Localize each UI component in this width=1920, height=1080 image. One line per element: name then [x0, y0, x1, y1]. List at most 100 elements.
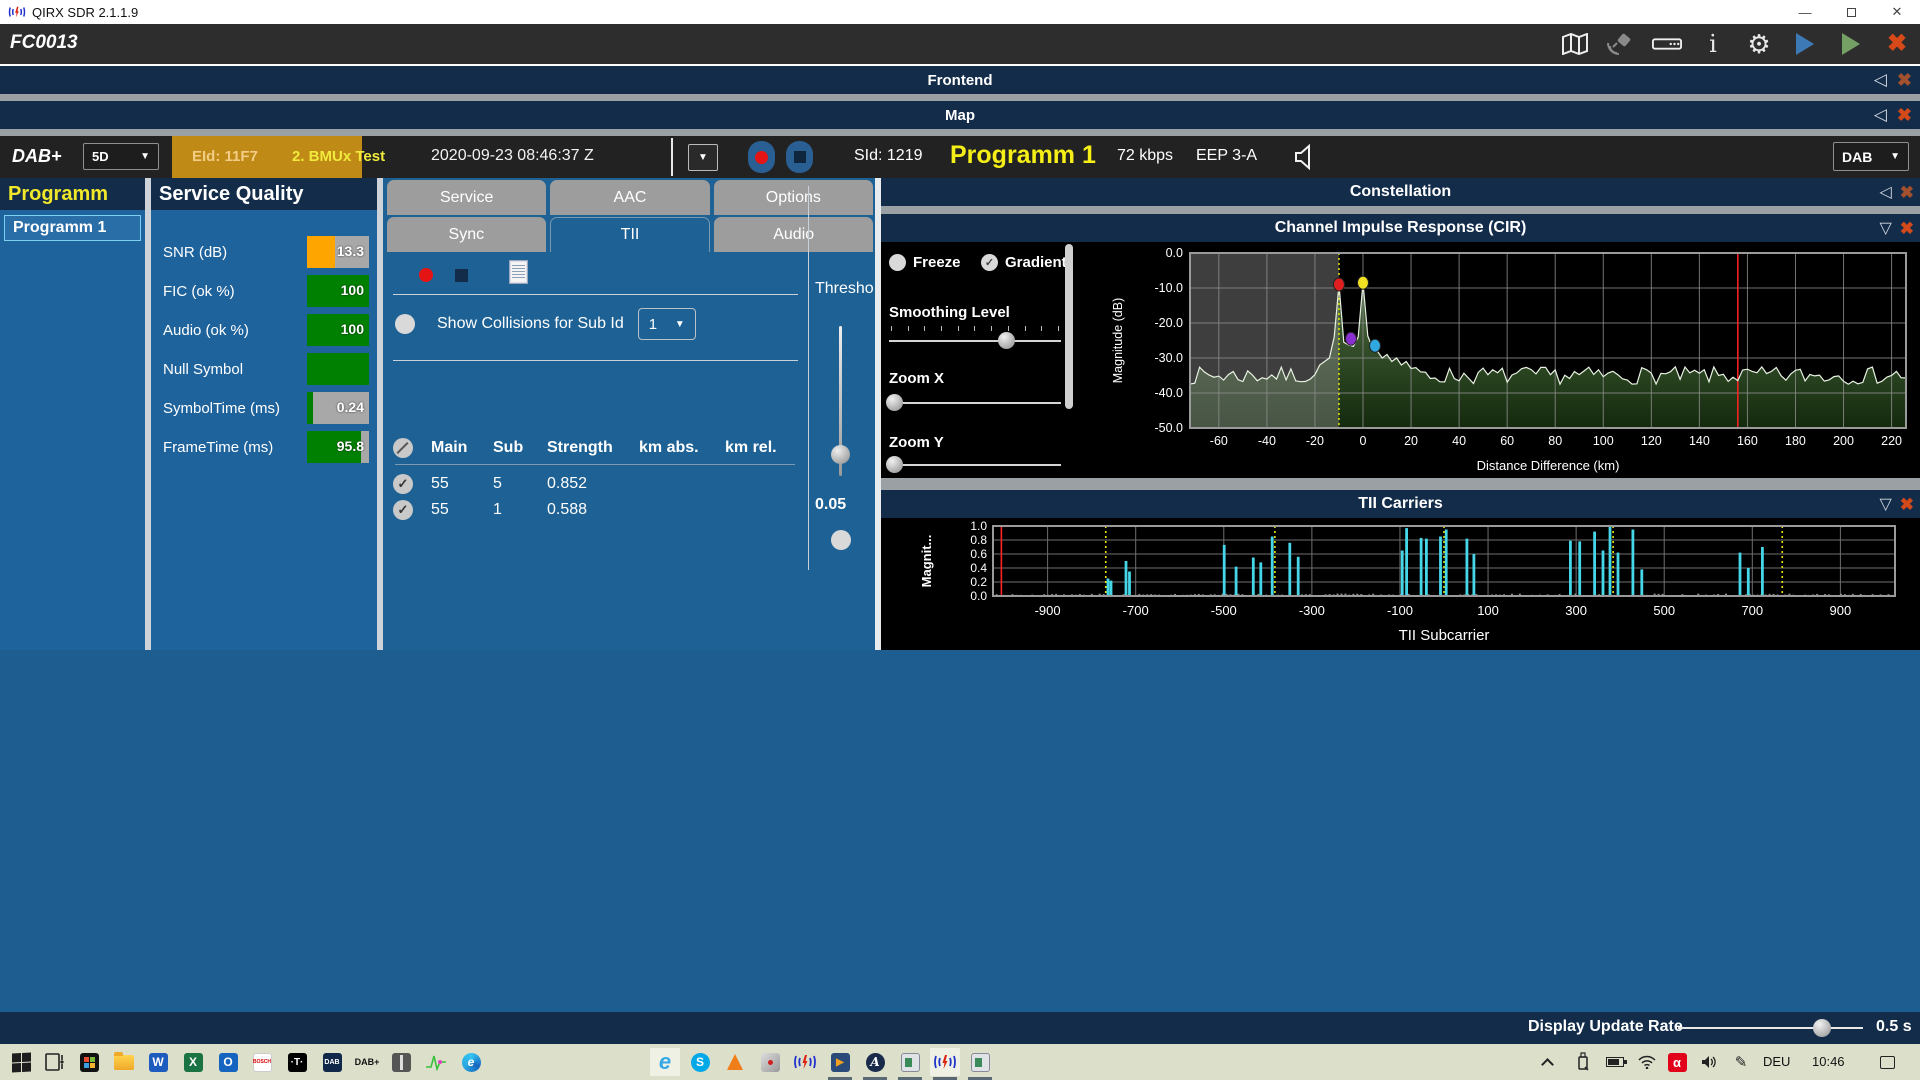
wifi-icon[interactable]: [1632, 1048, 1662, 1076]
info-icon[interactable]: i: [1698, 29, 1728, 59]
app-window-icon[interactable]: [965, 1048, 995, 1076]
scanner-icon[interactable]: [755, 1048, 785, 1076]
tii-carriers-panel-bar[interactable]: TII Carriers ▽✖: [881, 490, 1920, 518]
main-content: Programm Programm 1 Service Quality SNR …: [0, 178, 1920, 650]
table-row[interactable]: ✓ 55 1 0.588: [393, 500, 803, 520]
row-checked-icon[interactable]: ✓: [393, 474, 413, 494]
tray-chevron-icon[interactable]: [1532, 1048, 1562, 1076]
tab-options[interactable]: Options: [714, 180, 873, 215]
zoomx-slider[interactable]: [889, 402, 1061, 404]
audio-device-dropdown[interactable]: ▼: [688, 144, 718, 171]
tab-tii[interactable]: TII: [550, 217, 711, 252]
table-row[interactable]: ✓ 55 5 0.852: [393, 474, 803, 494]
action-center-icon[interactable]: [1872, 1048, 1902, 1076]
media-player-icon[interactable]: ▶: [825, 1048, 855, 1076]
close-button[interactable]: ✕: [1874, 0, 1920, 24]
audio-app-icon[interactable]: A: [860, 1048, 890, 1076]
task-view-icon[interactable]: [40, 1048, 70, 1076]
expand-left-icon[interactable]: ◁: [1879, 182, 1891, 202]
minimize-button[interactable]: —: [1782, 0, 1828, 24]
map-panel-bar[interactable]: Map ◁✖: [0, 101, 1920, 129]
usb-icon[interactable]: [1568, 1048, 1598, 1076]
receiver-icon[interactable]: [1652, 29, 1682, 59]
waveform-tool-icon[interactable]: [421, 1048, 451, 1076]
update-rate-slider-thumb[interactable]: [1813, 1019, 1831, 1037]
expand-left-icon[interactable]: ◁: [1874, 70, 1887, 90]
collapse-down-icon[interactable]: ▽: [1879, 218, 1891, 238]
close-panel-icon[interactable]: ✖: [1900, 496, 1914, 513]
close-panel-icon[interactable]: ✖: [1900, 184, 1914, 201]
tab-aac[interactable]: AAC: [550, 180, 709, 215]
zoomx-slider-thumb[interactable]: [886, 394, 903, 411]
tii-log-icon[interactable]: [509, 260, 528, 284]
dab-radio-icon[interactable]: DAB: [317, 1048, 347, 1076]
pen-icon[interactable]: ✎: [1726, 1048, 1756, 1076]
tab-sync[interactable]: Sync: [387, 217, 546, 252]
close-panel-icon[interactable]: ✖: [1900, 220, 1914, 237]
smoothing-slider-thumb[interactable]: [998, 332, 1015, 349]
avira-icon[interactable]: α: [1662, 1048, 1692, 1076]
qirx-active-icon[interactable]: [930, 1048, 960, 1076]
skype-icon[interactable]: S: [685, 1048, 715, 1076]
update-rate-slider[interactable]: [1678, 1027, 1863, 1029]
excel-icon[interactable]: X: [178, 1048, 208, 1076]
frontend-panel-bar[interactable]: Frontend ◁✖: [0, 66, 1920, 94]
qirx-icon[interactable]: [790, 1048, 820, 1076]
settings-icon[interactable]: ⚙: [1744, 29, 1774, 59]
signal-tool-icon[interactable]: [386, 1048, 416, 1076]
threshold-radio[interactable]: [831, 530, 851, 550]
play-primary-icon[interactable]: [1790, 29, 1820, 59]
close-device-icon[interactable]: ✖: [1882, 29, 1912, 59]
store-icon[interactable]: [74, 1048, 104, 1076]
edge-icon[interactable]: e: [456, 1048, 486, 1076]
gradient-control[interactable]: ✓ Gradient: [981, 254, 1067, 271]
tii-stop-button[interactable]: [455, 269, 468, 282]
close-panel-icon[interactable]: ✖: [1897, 71, 1912, 89]
standard-select[interactable]: DAB▼: [1833, 142, 1909, 171]
tab-service[interactable]: Service: [387, 180, 546, 215]
start-button[interactable]: [6, 1048, 36, 1076]
tab-audio[interactable]: Audio: [714, 217, 873, 252]
gradient-check-icon[interactable]: ✓: [981, 254, 998, 271]
record-button[interactable]: [748, 141, 775, 173]
threshold-slider[interactable]: [839, 326, 842, 476]
threshold-slider-thumb[interactable]: [831, 445, 850, 464]
language-indicator[interactable]: DEU: [1763, 1054, 1790, 1069]
close-panel-icon[interactable]: ✖: [1897, 106, 1912, 124]
program-list-item[interactable]: Programm 1: [4, 215, 141, 241]
t-systems-icon[interactable]: ·T·: [282, 1048, 312, 1076]
channel-select[interactable]: 5D▼: [83, 143, 159, 170]
collapse-down-icon[interactable]: ▽: [1879, 494, 1891, 514]
vlc-icon[interactable]: [720, 1048, 750, 1076]
speaker-icon[interactable]: [1292, 143, 1318, 171]
freeze-control[interactable]: Freeze: [889, 254, 961, 271]
satellite-icon[interactable]: [1606, 29, 1636, 59]
word-icon[interactable]: W: [143, 1048, 173, 1076]
row-checked-icon[interactable]: ✓: [393, 500, 413, 520]
internet-explorer-icon[interactable]: e: [650, 1048, 680, 1076]
volume-icon[interactable]: [1694, 1048, 1724, 1076]
show-collisions-radio[interactable]: [395, 314, 415, 334]
freeze-radio-icon[interactable]: [889, 254, 906, 271]
clock[interactable]: 10:46: [1812, 1054, 1845, 1069]
dab-plus-icon[interactable]: DAB+: [352, 1048, 382, 1076]
select-all-icon[interactable]: [393, 438, 413, 458]
maximize-button[interactable]: [1828, 0, 1874, 24]
constellation-panel-bar[interactable]: Constellation ◁✖: [881, 178, 1920, 206]
map-icon[interactable]: [1560, 29, 1590, 59]
file-explorer-icon[interactable]: [109, 1048, 139, 1076]
cir-controls-scrollbar[interactable]: [1065, 244, 1073, 409]
expand-left-icon[interactable]: ◁: [1874, 105, 1887, 125]
stop-button[interactable]: [786, 141, 813, 173]
zoomy-slider[interactable]: [889, 464, 1061, 466]
subid-dropdown[interactable]: 1▼: [638, 308, 696, 340]
zoomy-slider-thumb[interactable]: [886, 456, 903, 473]
cir-panel-bar[interactable]: Channel Impulse Response (CIR) ▽✖: [881, 214, 1920, 242]
smoothing-slider[interactable]: [889, 340, 1061, 342]
bosch-icon[interactable]: BOSCH: [247, 1048, 277, 1076]
outlook-icon[interactable]: O: [213, 1048, 243, 1076]
battery-icon[interactable]: [1600, 1048, 1630, 1076]
play-secondary-icon[interactable]: [1836, 29, 1866, 59]
app-window-icon[interactable]: [895, 1048, 925, 1076]
tii-record-button[interactable]: [419, 268, 433, 282]
